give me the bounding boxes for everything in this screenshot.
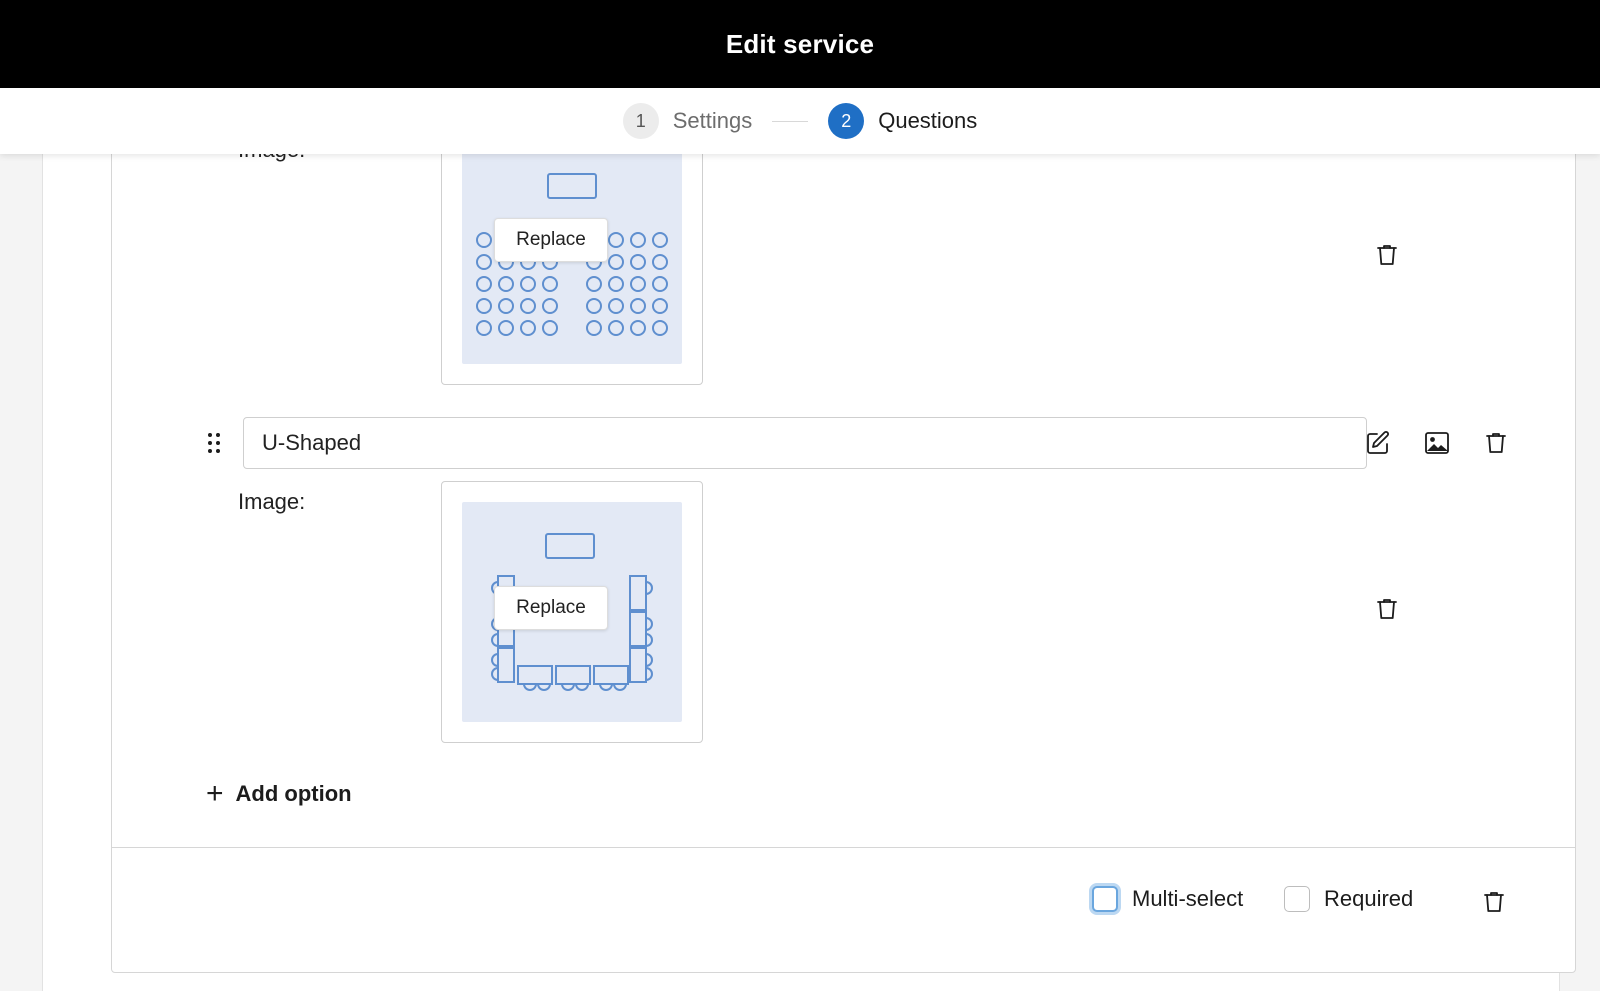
edit-option-button[interactable] [1362, 427, 1394, 459]
step-settings[interactable]: 1 Settings [622, 103, 753, 139]
add-image-button[interactable] [1421, 427, 1453, 459]
step-questions[interactable]: 2 Questions [828, 103, 977, 139]
top-bar: Edit service [0, 0, 1600, 88]
add-option-button[interactable]: + Add option [206, 779, 352, 809]
delete-question-button[interactable] [1478, 886, 1510, 918]
option-image-frame: Replace [441, 481, 703, 743]
step-label: Settings [672, 108, 753, 133]
required-box[interactable] [1284, 886, 1310, 912]
image-label: Image: [238, 489, 306, 514]
multi-select-label: Multi-select [1132, 886, 1244, 911]
question-card: Image: [111, 123, 1576, 973]
step-number: 2 [828, 103, 865, 139]
option-text-input[interactable] [243, 417, 1367, 469]
step-label: Questions [878, 108, 978, 133]
page-title: Edit service [725, 28, 875, 59]
step-connector [772, 120, 809, 122]
required-checkbox[interactable]: Required [1284, 886, 1413, 912]
stepper: 1 Settings 2 Questions [0, 88, 1600, 154]
option-image-frame: Replace [441, 123, 703, 385]
delete-image-button[interactable] [1371, 239, 1403, 271]
step-number: 1 [622, 103, 659, 139]
delete-option-button[interactable] [1480, 427, 1512, 459]
drag-handle[interactable] [206, 431, 222, 455]
trash-icon [1377, 599, 1397, 619]
question-footer: Multi-select Required [112, 847, 1575, 973]
multi-select-box[interactable] [1092, 886, 1118, 912]
drag-handle-icon [208, 433, 220, 453]
add-option-label: Add option [235, 781, 352, 806]
edit-icon [1367, 431, 1389, 454]
trash-icon [1484, 892, 1504, 912]
trash-icon [1377, 245, 1397, 265]
plus-icon: + [206, 777, 224, 810]
multi-select-checkbox[interactable]: Multi-select [1092, 886, 1243, 912]
image-icon [1425, 432, 1449, 454]
trash-icon [1486, 433, 1506, 453]
replace-image-button[interactable]: Replace [494, 586, 608, 630]
replace-image-button[interactable]: Replace [494, 218, 608, 262]
required-label: Required [1324, 886, 1414, 911]
delete-image-button[interactable] [1371, 593, 1403, 625]
